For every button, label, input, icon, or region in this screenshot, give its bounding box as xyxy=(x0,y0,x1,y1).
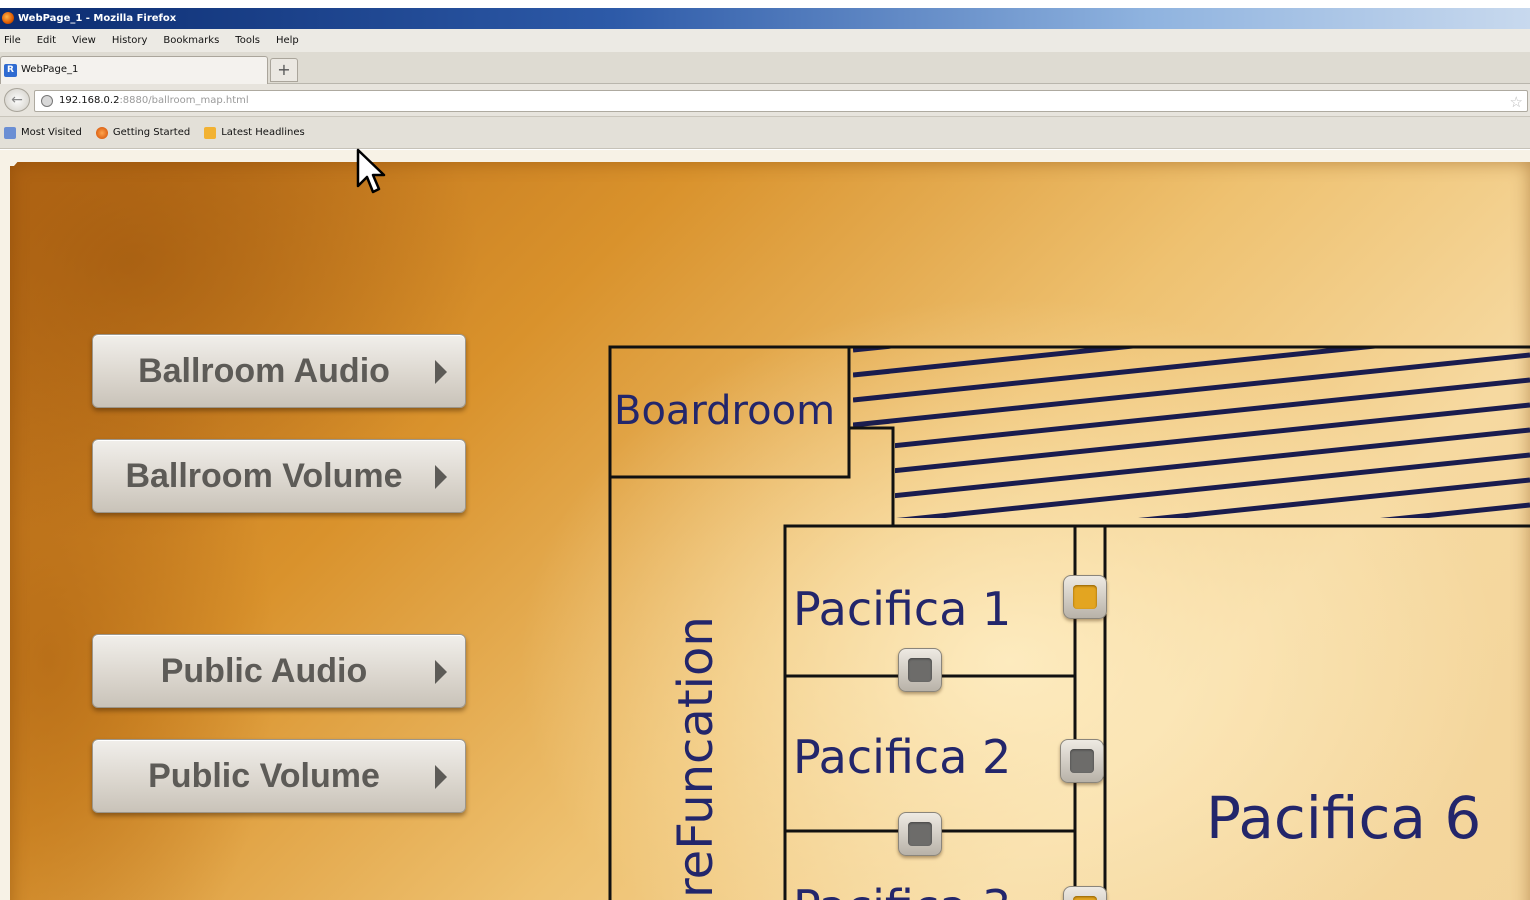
menu-tools[interactable]: Tools xyxy=(235,35,260,46)
back-button[interactable]: ← xyxy=(4,88,30,112)
toggle-indicator xyxy=(1070,749,1094,773)
room-pacifica-1: Pacifica 1 xyxy=(793,582,1012,636)
tab-label: WebPage_1 xyxy=(21,64,79,75)
bookmarks-toolbar: Most Visited Getting Started Latest Head… xyxy=(0,117,1530,149)
toggle-indicator xyxy=(908,658,932,682)
pacifica-3-toggle[interactable] xyxy=(1063,886,1107,900)
url-host: 192.168.0.2 xyxy=(59,95,120,106)
room-boardroom: Boardroom xyxy=(614,388,836,434)
url-bar[interactable]: 192.168.0.2:8880/ballroom_map.html ☆ xyxy=(34,90,1528,112)
rss-feed-icon xyxy=(204,126,217,139)
tab-webpage[interactable]: R WebPage_1 xyxy=(0,56,268,84)
menu-history[interactable]: History xyxy=(112,35,148,46)
window-titlebar: WebPage_1 - Mozilla Firefox xyxy=(0,8,1530,29)
menu-bookmarks[interactable]: Bookmarks xyxy=(163,35,219,46)
menu-file[interactable]: File xyxy=(4,35,21,46)
url-path: :8880/ballroom_map.html xyxy=(119,95,249,106)
bookmark-star-icon[interactable]: ☆ xyxy=(1510,92,1523,112)
toggle-indicator xyxy=(1073,585,1097,609)
window-title: WebPage_1 - Mozilla Firefox xyxy=(18,13,177,24)
back-arrow-icon: ← xyxy=(11,92,23,108)
pacifica-2-3-partition-toggle[interactable] xyxy=(898,812,942,856)
room-prefunction: reFuncation xyxy=(668,616,724,898)
bookmark-label: Most Visited xyxy=(21,127,82,138)
navigation-bar: ← 192.168.0.2:8880/ballroom_map.html ☆ xyxy=(0,84,1530,117)
toggle-indicator xyxy=(908,822,932,846)
hatched-area xyxy=(853,347,1530,518)
pacifica-1-toggle[interactable] xyxy=(1063,575,1107,619)
toggle-indicator xyxy=(1073,896,1097,900)
folder-icon xyxy=(4,126,16,139)
menu-bar: File Edit View History Bookmarks Tools H… xyxy=(0,29,1530,52)
site-identity-icon xyxy=(41,95,53,107)
room-pacifica-3: Pacifica 3 xyxy=(793,880,1011,900)
firefox-icon xyxy=(2,12,14,24)
menu-edit[interactable]: Edit xyxy=(37,35,56,46)
menu-help[interactable]: Help xyxy=(276,35,299,46)
mouse-cursor-icon xyxy=(356,148,386,194)
bookmark-label: Latest Headlines xyxy=(221,127,305,138)
bookmark-label: Getting Started xyxy=(112,127,191,138)
page-favicon-icon: R xyxy=(4,64,17,77)
bookmark-getting-started[interactable]: Getting Started xyxy=(95,126,191,139)
pacifica-1-2-partition-toggle[interactable] xyxy=(898,648,942,692)
bookmark-latest-headlines[interactable]: Latest Headlines xyxy=(204,126,305,139)
new-tab-button[interactable]: + xyxy=(270,58,298,82)
page-content: Ballroom Audio Ballroom Volume Public Au… xyxy=(0,150,1530,900)
menu-view[interactable]: View xyxy=(72,35,96,46)
room-pacifica-6: Pacifica 6 xyxy=(1206,784,1482,852)
room-pacifica-2: Pacifica 2 xyxy=(793,730,1012,784)
bookmark-most-visited[interactable]: Most Visited xyxy=(4,126,82,139)
pacifica-2-toggle[interactable] xyxy=(1060,739,1104,783)
tab-bar: R WebPage_1 + xyxy=(0,52,1530,84)
firefox-icon xyxy=(95,126,108,139)
